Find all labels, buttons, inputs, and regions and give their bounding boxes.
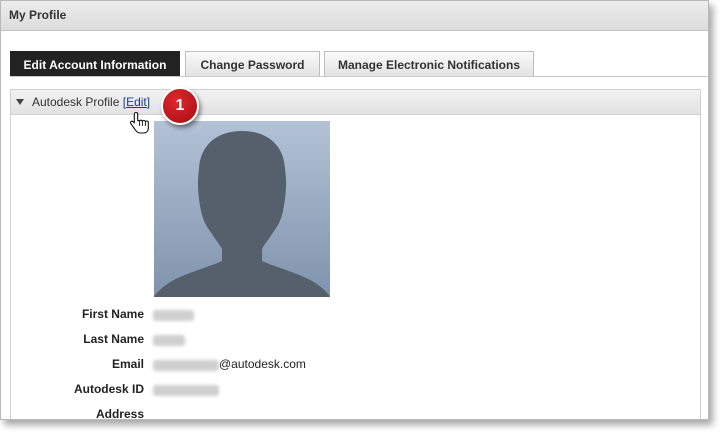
profile-avatar	[154, 121, 330, 297]
panel-header[interactable]: Autodesk Profile [Edit]	[11, 90, 700, 115]
user-silhouette-icon	[154, 131, 330, 297]
hand-pointer-icon	[130, 111, 149, 134]
tab-manage-electronic-notifications[interactable]: Manage Electronic Notifications	[324, 51, 534, 76]
window-title: My Profile	[9, 8, 67, 22]
first-name-label: First Name	[81, 307, 144, 321]
first-name-value	[153, 310, 194, 321]
triangle-down-icon[interactable]	[16, 99, 24, 105]
email-user-value	[153, 360, 219, 371]
window-titlebar: My Profile	[1, 1, 708, 31]
autodesk-id-value	[153, 385, 219, 396]
callout-badge: 1	[161, 87, 199, 125]
last-name-label: Last Name	[83, 332, 144, 346]
tab-change-password[interactable]: Change Password	[185, 51, 320, 76]
profile-window: My Profile Edit Account Information Chan…	[0, 0, 709, 420]
tab-divider	[10, 76, 708, 77]
last-name-value	[153, 335, 185, 346]
edit-bracket-close: ]	[146, 95, 151, 109]
panel-title: Autodesk Profile [Edit]	[32, 95, 150, 109]
address-label: Address	[95, 407, 144, 420]
autodesk-id-label: Autodesk ID	[73, 382, 144, 396]
panel-title-text: Autodesk Profile	[32, 95, 120, 109]
edit-profile-link[interactable]: Edit	[126, 95, 147, 109]
tab-edit-account-information[interactable]: Edit Account Information	[10, 51, 180, 76]
email-domain: @autodesk.com	[219, 357, 306, 371]
email-label: Email	[111, 357, 144, 371]
